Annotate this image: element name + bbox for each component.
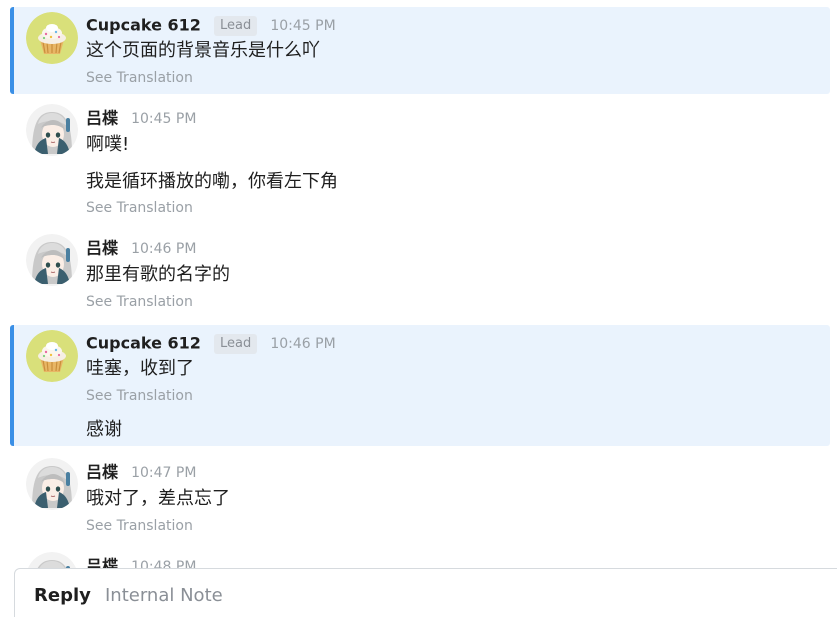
- lead-badge: Lead: [214, 333, 258, 354]
- message-item: 吕楪 10:45 PM 啊噗! 我是循环播放的嘞，你看左下角 See Trans…: [10, 100, 830, 224]
- cupcake-avatar-icon[interactable]: [26, 330, 78, 382]
- message-header: Cupcake 612 Lead 10:45 PM: [86, 14, 336, 36]
- message-item: Cupcake 612 Lead 10:46 PM 哇塞，收到了 See Tra…: [10, 325, 830, 446]
- tab-internal-note[interactable]: Internal Note: [105, 584, 223, 608]
- message-header: 吕楪 10:47 PM: [86, 461, 196, 483]
- see-translation-link[interactable]: See Translation: [86, 387, 193, 405]
- message-text: 哦对了，差点忘了: [86, 488, 230, 509]
- message-time: 10:45 PM: [270, 17, 336, 34]
- message-text: 我是循环播放的嘞，你看左下角: [86, 171, 338, 192]
- message-header: 吕楪 10:45 PM: [86, 107, 196, 129]
- chat-page: Cupcake 612 Lead 10:45 PM 这个页面的背景音乐是什么吖 …: [0, 0, 837, 617]
- message-text: 哇塞，收到了: [86, 358, 194, 379]
- cupcake-avatar-icon[interactable]: [26, 12, 78, 64]
- lead-badge: Lead: [214, 15, 258, 36]
- see-translation-link[interactable]: See Translation: [86, 199, 193, 217]
- message-text: 这个页面的背景音乐是什么吖: [86, 40, 320, 61]
- author-name[interactable]: 吕楪: [86, 463, 118, 482]
- message-time: 10:46 PM: [270, 335, 336, 352]
- message-text: 那里有歌的名字的: [86, 264, 230, 285]
- message-time: 10:45 PM: [131, 110, 197, 127]
- message-header: 吕楪 10:46 PM: [86, 237, 196, 259]
- message-text: 啊噗!: [86, 134, 130, 155]
- message-item: Cupcake 612 Lead 10:45 PM 这个页面的背景音乐是什么吖 …: [10, 7, 830, 94]
- see-translation-link[interactable]: See Translation: [86, 69, 193, 87]
- message-text: 感谢: [86, 419, 122, 440]
- author-name[interactable]: Cupcake 612: [86, 334, 201, 353]
- see-translation-link[interactable]: See Translation: [86, 517, 193, 535]
- anime-girl-avatar-icon[interactable]: [26, 234, 78, 286]
- message-item: 吕楪 10:46 PM 那里有歌的名字的 See Translation: [10, 230, 830, 318]
- author-name[interactable]: 吕楪: [86, 109, 118, 128]
- anime-girl-avatar-icon[interactable]: [26, 104, 78, 156]
- message-time: 10:46 PM: [131, 240, 197, 257]
- author-name[interactable]: Cupcake 612: [86, 16, 201, 35]
- anime-girl-avatar-icon[interactable]: [26, 458, 78, 510]
- tab-reply[interactable]: Reply: [34, 584, 91, 608]
- see-translation-link[interactable]: See Translation: [86, 293, 193, 311]
- message-item: 吕楪 10:47 PM 哦对了，差点忘了 See Translation: [10, 454, 830, 542]
- message-time: 10:47 PM: [131, 464, 197, 481]
- author-name[interactable]: 吕楪: [86, 239, 118, 258]
- message-header: Cupcake 612 Lead 10:46 PM: [86, 332, 336, 354]
- reply-composer: Reply Internal Note: [14, 568, 837, 617]
